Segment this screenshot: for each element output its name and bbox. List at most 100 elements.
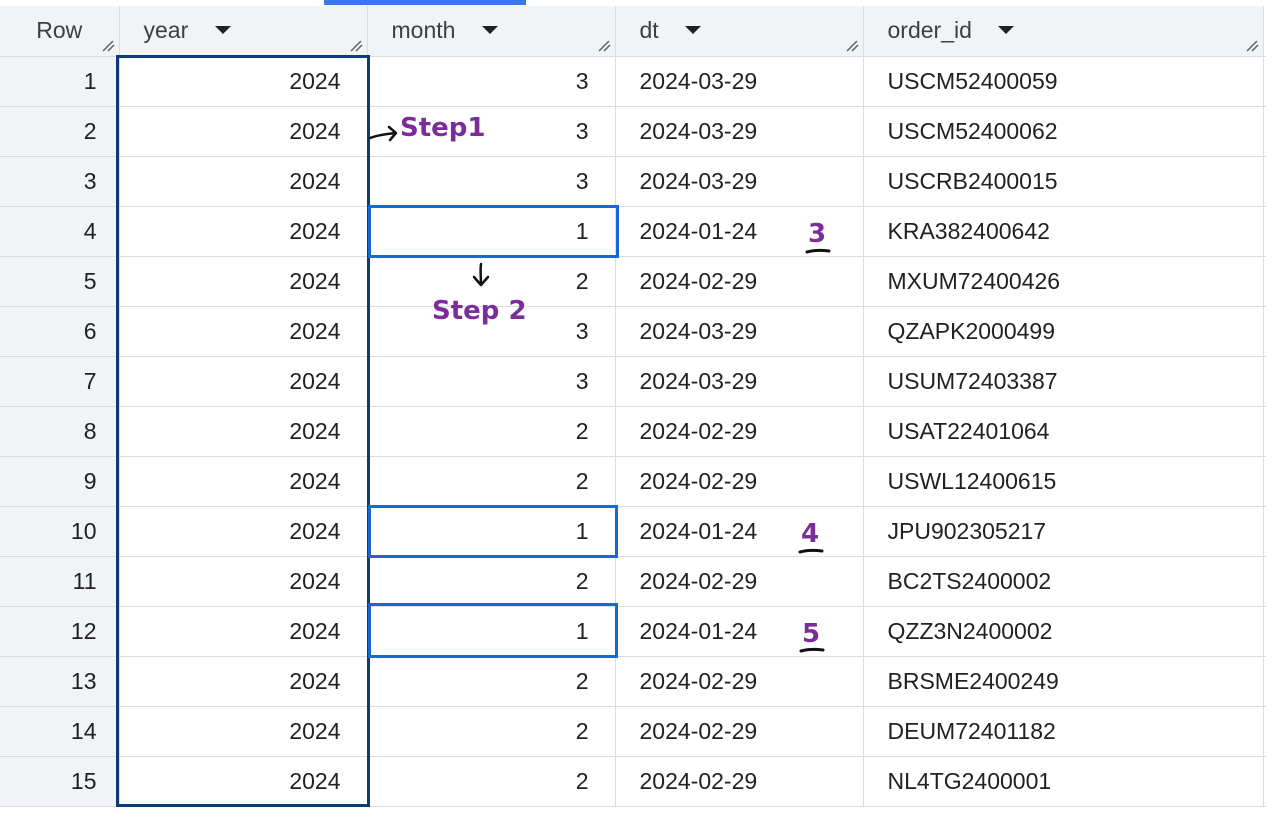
row-filler	[1263, 456, 1266, 507]
header-dt-label: dt	[639, 17, 659, 44]
row-filler	[1263, 756, 1266, 807]
month-cell[interactable]: 3	[367, 156, 616, 207]
row-filler	[1263, 656, 1266, 707]
row-filler	[1263, 256, 1266, 307]
order-id-cell[interactable]: BC2TS2400002	[863, 556, 1264, 607]
row-filler	[1263, 306, 1266, 357]
header-dt[interactable]: dt	[615, 6, 864, 57]
dt-cell[interactable]: 2024-03-29	[615, 306, 864, 357]
header-month-label: month	[391, 17, 456, 44]
header-order-id[interactable]: order_id	[863, 6, 1264, 57]
dt-cell[interactable]: 2024-03-29	[615, 106, 864, 157]
order-id-cell[interactable]: USCM52400059	[863, 56, 1264, 107]
order-id-cell[interactable]: MXUM72400426	[863, 256, 1264, 307]
month-cell-highlight-box-row-4	[368, 205, 619, 258]
row-number-cell[interactable]: 6	[0, 306, 120, 357]
row-number-cell[interactable]: 13	[0, 656, 120, 707]
year-column-highlight-box	[116, 55, 370, 807]
row-number-cell[interactable]: 4	[0, 206, 120, 257]
row-number-cell[interactable]: 15	[0, 756, 120, 807]
step1-arrow-icon	[368, 125, 398, 142]
row-number-cell[interactable]: 3	[0, 156, 120, 207]
month-cell-highlight-box-row-10	[368, 505, 618, 558]
row-filler	[1263, 206, 1266, 257]
row-filler	[1263, 156, 1266, 207]
month-cell[interactable]: 3	[367, 356, 616, 407]
annotation-number-4: 4	[801, 519, 820, 549]
dt-cell[interactable]: 2024-02-29	[615, 706, 864, 757]
header-order-id-label: order_id	[887, 17, 972, 44]
dt-cell[interactable]: 2024-02-29	[615, 756, 864, 807]
row-number-cell[interactable]: 12	[0, 606, 120, 657]
month-cell[interactable]: 2	[367, 456, 616, 507]
column-resize-icon[interactable]	[845, 39, 859, 52]
order-id-cell[interactable]: USCM52400062	[863, 106, 1264, 157]
row-number-cell[interactable]: 11	[0, 556, 120, 607]
row-filler	[1263, 56, 1266, 107]
month-cell[interactable]: 2	[367, 656, 616, 707]
row-number-cell[interactable]: 8	[0, 406, 120, 457]
annotation-step2: Step 2	[432, 296, 527, 326]
order-id-cell[interactable]: QZAPK2000499	[863, 306, 1264, 357]
row-filler	[1263, 606, 1266, 657]
row-number-cell[interactable]: 10	[0, 506, 120, 557]
sort-menu-caret-icon[interactable]	[685, 26, 702, 35]
results-grid-view: Row year month dt order_id 1 2024 3 2024…	[0, 0, 1274, 814]
dt-cell[interactable]: 2024-03-29	[615, 56, 864, 107]
sort-menu-caret-icon[interactable]	[214, 26, 231, 35]
column-resize-icon[interactable]	[101, 39, 115, 52]
header-row: Row year month dt order_id	[0, 6, 1266, 57]
month-cell[interactable]: 2	[367, 706, 616, 757]
dt-cell[interactable]: 2024-01-24	[615, 506, 864, 557]
dt-cell[interactable]: 2024-02-29	[615, 456, 864, 507]
order-id-cell[interactable]: USWL12400615	[863, 456, 1264, 507]
row-number-cell[interactable]: 9	[0, 456, 120, 507]
order-id-cell[interactable]: BRSME2400249	[863, 656, 1264, 707]
row-number-cell[interactable]: 14	[0, 706, 120, 757]
row-number-cell[interactable]: 7	[0, 356, 120, 407]
month-cell[interactable]: 2	[367, 406, 616, 457]
dt-cell[interactable]: 2024-03-29	[615, 356, 864, 407]
order-id-cell[interactable]: USUM72403387	[863, 356, 1264, 407]
column-resize-icon[interactable]	[1245, 39, 1259, 52]
column-resize-icon[interactable]	[597, 39, 611, 52]
row-filler	[1263, 706, 1266, 757]
annotation-number-3: 3	[808, 219, 827, 249]
order-id-cell[interactable]: USAT22401064	[863, 406, 1264, 457]
header-year[interactable]: year	[119, 6, 368, 57]
row-filler	[1263, 106, 1266, 157]
dt-cell[interactable]: 2024-02-29	[615, 406, 864, 457]
dt-cell[interactable]: 2024-02-29	[615, 656, 864, 707]
column-resize-icon[interactable]	[349, 39, 363, 52]
header-month[interactable]: month	[367, 6, 616, 57]
row-number-cell[interactable]: 2	[0, 106, 120, 157]
order-id-cell[interactable]: NL4TG2400001	[863, 756, 1264, 807]
month-cell[interactable]: 3	[367, 56, 616, 107]
active-tab-indicator	[324, 0, 526, 5]
header-filler	[1263, 6, 1266, 57]
row-number-cell[interactable]: 1	[0, 56, 120, 107]
order-id-cell[interactable]: JPU902305217	[863, 506, 1264, 557]
header-row-number: Row	[0, 6, 120, 57]
sort-menu-caret-icon[interactable]	[481, 26, 498, 35]
annotation-step1: Step1	[400, 113, 486, 143]
dt-cell[interactable]: 2024-02-29	[615, 256, 864, 307]
step2-arrow-icon	[472, 262, 490, 287]
month-cell[interactable]: 2	[367, 756, 616, 807]
row-number-cell[interactable]: 5	[0, 256, 120, 307]
underline-mark-4	[798, 548, 824, 554]
header-row-label: Row	[36, 17, 83, 44]
row-filler	[1263, 406, 1266, 457]
underline-mark-3	[805, 248, 831, 254]
month-cell-highlight-box-row-12	[368, 603, 618, 658]
order-id-cell[interactable]: KRA382400642	[863, 206, 1264, 257]
month-cell[interactable]: 2	[367, 556, 616, 607]
order-id-cell[interactable]: QZZ3N2400002	[863, 606, 1264, 657]
underline-mark-5	[799, 647, 825, 653]
dt-cell[interactable]: 2024-03-29	[615, 156, 864, 207]
dt-cell[interactable]: 2024-02-29	[615, 556, 864, 607]
sort-menu-caret-icon[interactable]	[998, 26, 1015, 35]
order-id-cell[interactable]: USCRB2400015	[863, 156, 1264, 207]
order-id-cell[interactable]: DEUM72401182	[863, 706, 1264, 757]
row-filler	[1263, 506, 1266, 557]
